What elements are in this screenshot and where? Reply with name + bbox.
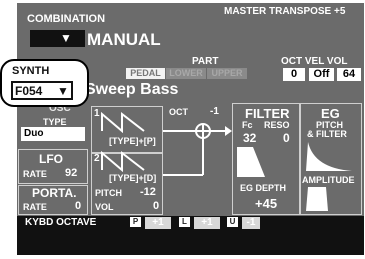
tab-pedal[interactable]: PEDAL <box>126 68 165 79</box>
osc2-vol-value[interactable]: 0 <box>153 200 159 212</box>
synth-patch-number: F054 <box>15 84 43 98</box>
tab-upper[interactable]: UPPER <box>207 68 247 79</box>
lfo-rate-value[interactable]: 92 <box>65 167 77 179</box>
lfo-rate-label: RATE <box>23 169 47 179</box>
amplitude-envelope-icon <box>306 187 328 211</box>
oct-vel-vol-label: OCT VEL VOL <box>281 56 348 67</box>
osc-type-value[interactable]: Duo <box>21 127 85 141</box>
manual-label[interactable]: MANUAL <box>87 30 161 50</box>
filter-eg-depth-value[interactable]: +45 <box>255 196 277 211</box>
pitch-filter-envelope-icon <box>306 142 352 171</box>
part-oct-value[interactable]: 0 <box>283 68 305 81</box>
synth-label: SYNTH <box>12 65 50 77</box>
osc1-caption: [TYPE]+[P] <box>109 136 156 146</box>
filter-fc-label: Fc <box>242 120 253 130</box>
manual-dropdown[interactable]: ▼ <box>30 30 85 47</box>
porta-rate-value[interactable]: 0 <box>75 200 81 212</box>
filter-eg-depth-label: EG DEPTH <box>240 183 287 193</box>
kybd-octave-pedal-value[interactable]: +1 <box>145 217 171 229</box>
combination-label: COMBINATION <box>27 13 106 25</box>
part-vel-value[interactable]: Off <box>309 68 334 81</box>
filter-reso-label: RESO <box>264 120 290 130</box>
eg-filter-label: & FILTER <box>307 129 347 139</box>
lowpass-curve-icon <box>237 147 265 177</box>
eg-label: EG <box>321 106 340 121</box>
osc1-number: 1 <box>94 108 100 119</box>
osc2-number: 2 <box>94 153 100 164</box>
sawtooth-wave-icon <box>101 111 145 133</box>
eg-amplitude-label: AMPLITUDE <box>302 175 355 185</box>
osc-type-label: TYPE <box>43 117 67 127</box>
osc2-pitch-label: PITCH <box>95 188 122 198</box>
osc2-caption: [TYPE]+[D] <box>109 173 157 183</box>
patch-name: Sweep Bass <box>85 81 179 98</box>
kybd-octave-pedal-tag: P <box>130 217 141 227</box>
osc2-vol-label: VOL <box>95 202 114 212</box>
kybd-octave-lower-value[interactable]: +1 <box>194 217 220 229</box>
sawtooth-wave-icon <box>101 150 145 172</box>
kybd-octave-upper-tag: U <box>227 217 238 227</box>
part-vol-value[interactable]: 64 <box>337 68 361 81</box>
kybd-octave-lower-tag: L <box>179 217 190 227</box>
organ-lcd-screen: COMBINATION MASTER TRANSPOSE +5 ▼ MANUAL… <box>17 3 364 255</box>
synth-callout[interactable]: SYNTH F054 ▼ <box>0 59 89 107</box>
part-label: PART <box>192 56 219 67</box>
tab-lower[interactable]: LOWER <box>166 68 206 79</box>
filter-label: FILTER <box>245 106 290 121</box>
chevron-down-icon: ▼ <box>57 84 69 98</box>
kybd-octave-label: KYBD OCTAVE <box>25 217 97 228</box>
osc2-pitch-value[interactable]: -12 <box>140 186 156 198</box>
chevron-down-icon: ▼ <box>60 31 72 45</box>
master-transpose-readout: MASTER TRANSPOSE +5 <box>224 6 346 17</box>
osc-mixer-diagram <box>163 123 232 176</box>
porta-rate-label: RATE <box>23 202 47 212</box>
porta-label: PORTA. <box>32 186 77 200</box>
kybd-octave-upper-value[interactable]: -1 <box>242 217 260 229</box>
lfo-label: LFO <box>39 152 63 166</box>
synth-patch-selector[interactable]: F054 ▼ <box>11 81 73 100</box>
